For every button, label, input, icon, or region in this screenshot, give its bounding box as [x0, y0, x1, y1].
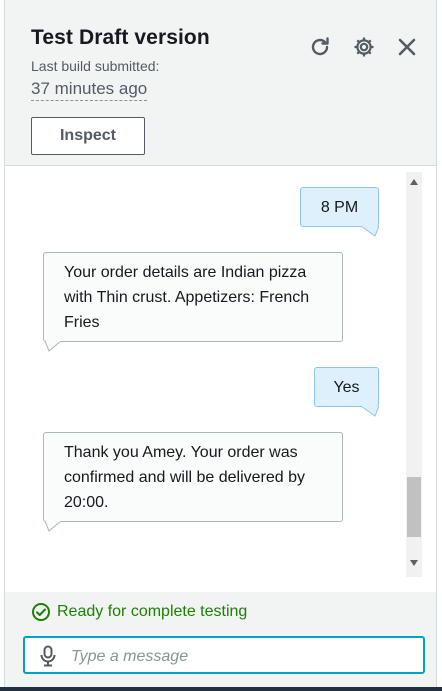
user-message: 8 PM: [300, 187, 379, 227]
bot-message: Your order details are Indian pizza with…: [43, 252, 343, 342]
panel-header: Test Draft version Last build submitted:…: [5, 0, 436, 166]
bubble-tail: [45, 521, 61, 532]
gear-icon: [354, 37, 374, 57]
bubble-tail: [361, 226, 379, 237]
message-text: 8 PM: [320, 199, 359, 216]
refresh-icon: [311, 37, 329, 56]
bot-message: Thank you Amey. Your order was confirmed…: [43, 432, 343, 522]
build-time: 37 minutes ago: [31, 79, 148, 101]
user-message: Yes: [314, 367, 379, 407]
settings-button[interactable]: [351, 34, 377, 60]
close-button[interactable]: [394, 34, 420, 60]
check-circle-icon: [32, 603, 50, 621]
status-text: Ready for complete testing: [57, 603, 248, 620]
scroll-up-arrow-icon[interactable]: [410, 179, 418, 185]
message-text: Yes: [333, 379, 360, 396]
test-panel: Test Draft version Last build submitted:…: [4, 0, 437, 691]
panel-title: Test Draft version: [31, 26, 210, 49]
bottom-bar: [0, 687, 442, 691]
chat-scrollbar[interactable]: [406, 172, 422, 577]
close-icon: [398, 38, 416, 56]
message-text: Your order details are Indian pizza with…: [64, 264, 310, 331]
scroll-thumb[interactable]: [407, 477, 421, 537]
build-subtitle: Last build submitted:: [31, 58, 160, 74]
chat-footer: Ready for complete testing: [5, 592, 436, 691]
chat-transcript: 8 PM Your order details are Indian pizza…: [5, 166, 436, 592]
message-text: Thank you Amey. Your order was confirmed…: [64, 444, 306, 511]
inspect-button[interactable]: Inspect: [31, 117, 145, 155]
refresh-button[interactable]: [307, 34, 333, 60]
status-indicator: Ready for complete testing: [31, 602, 247, 622]
scroll-down-arrow-icon[interactable]: [410, 560, 418, 566]
message-input[interactable]: [69, 645, 413, 669]
bubble-tail: [361, 406, 379, 417]
bubble-tail: [45, 341, 61, 352]
message-input-box[interactable]: [23, 636, 425, 674]
microphone-icon[interactable]: [39, 645, 57, 667]
